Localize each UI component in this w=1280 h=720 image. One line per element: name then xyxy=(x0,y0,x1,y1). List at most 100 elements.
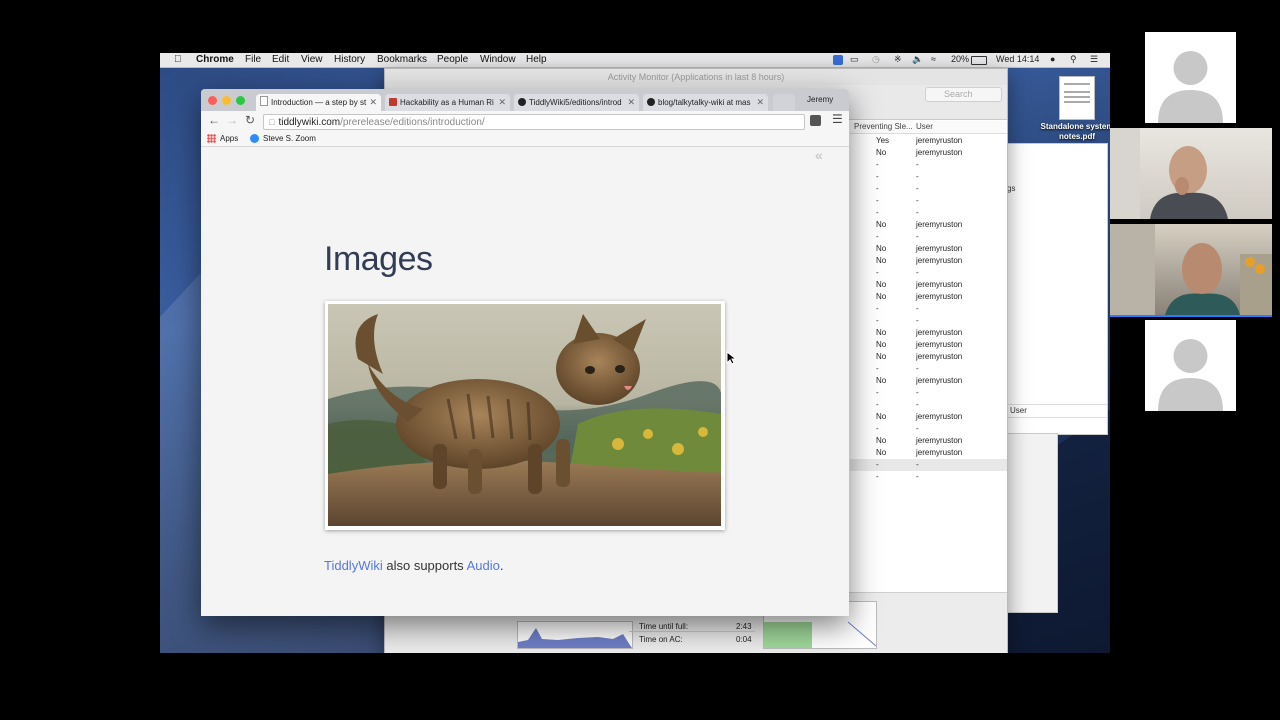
sidebar-toggle-icon[interactable]: « xyxy=(815,147,823,163)
menu-edit[interactable]: Edit xyxy=(272,54,289,65)
spotlight-icon[interactable]: ⚲ xyxy=(1070,54,1077,65)
pdf-file-icon[interactable] xyxy=(1059,76,1095,120)
process-row[interactable]: -- xyxy=(850,183,1007,195)
window-zoom-button[interactable] xyxy=(236,96,245,105)
time-machine-icon[interactable]: ◷ xyxy=(872,54,880,65)
chrome-menu-icon[interactable]: ☰ xyxy=(832,112,843,126)
process-row[interactable]: No jeremyruston xyxy=(850,147,1007,159)
process-row[interactable]: -- xyxy=(850,195,1007,207)
bluetooth-icon[interactable]: ※ xyxy=(894,54,902,65)
reload-icon[interactable]: ↻ xyxy=(245,113,255,127)
menu-app-name[interactable]: Chrome xyxy=(196,54,234,65)
bookmark-apps[interactable]: Apps xyxy=(220,134,238,143)
process-row[interactable]: No jeremyruston xyxy=(850,447,1007,459)
new-tab-button[interactable] xyxy=(773,94,795,111)
window-minimize-button[interactable] xyxy=(222,96,231,105)
user-icon[interactable]: ● xyxy=(1050,54,1055,64)
google-drive-icon[interactable] xyxy=(833,55,843,65)
process-row[interactable]: No jeremyruston xyxy=(850,219,1007,231)
process-row[interactable]: -- xyxy=(850,399,1007,411)
close-tab-icon[interactable]: ✕ xyxy=(498,94,506,111)
process-row[interactable]: -- xyxy=(850,303,1007,315)
process-row[interactable]: -- xyxy=(850,159,1007,171)
wifi-icon[interactable]: ≈ xyxy=(931,54,936,64)
process-row[interactable]: No jeremyruston xyxy=(850,351,1007,363)
page-info-icon[interactable]: □ xyxy=(269,117,274,127)
process-row[interactable]: -- xyxy=(850,207,1007,219)
process-row[interactable]: No jeremyruston xyxy=(850,339,1007,351)
user-cell: - xyxy=(916,460,919,469)
menu-history[interactable]: History xyxy=(334,54,365,65)
chrome-window[interactable]: Introduction — a step by st ✕ Hackability… xyxy=(201,89,849,616)
extension-icon[interactable] xyxy=(810,115,821,126)
column-user[interactable]: User xyxy=(916,122,933,131)
volume-icon[interactable]: 🔈 xyxy=(912,54,923,65)
process-row[interactable]: -- xyxy=(850,231,1007,243)
close-tab-icon[interactable]: ✕ xyxy=(756,94,764,111)
tab-favicon xyxy=(389,98,397,106)
participant-video-tile[interactable] xyxy=(1110,128,1272,219)
process-row[interactable]: -- xyxy=(850,471,1007,483)
preventing-sleep-cell: - xyxy=(876,232,879,241)
process-row[interactable]: -- xyxy=(850,387,1007,399)
airplay-icon[interactable]: ▭ xyxy=(850,54,859,65)
tab-hackability[interactable]: Hackability as a Human Ri ✕ xyxy=(385,94,510,111)
forward-icon[interactable]: → xyxy=(226,113,238,127)
notification-center-icon[interactable]: ☰ xyxy=(1090,54,1098,65)
process-row[interactable]: No jeremyruston xyxy=(850,375,1007,387)
tab-github-tiddlywiki5[interactable]: TiddlyWiki5/editions/introd ✕ xyxy=(514,94,639,111)
process-row[interactable]: No jeremyruston xyxy=(850,291,1007,303)
background-window[interactable]: gs User xyxy=(1006,143,1108,435)
process-row[interactable]: No jeremyruston xyxy=(850,435,1007,447)
bookmark-steve-zoom[interactable]: Steve S. Zoom xyxy=(263,134,316,143)
menu-window[interactable]: Window xyxy=(480,54,516,65)
preventing-sleep-cell: No xyxy=(876,436,887,445)
process-row[interactable]: -- xyxy=(850,423,1007,435)
close-tab-icon[interactable]: ✕ xyxy=(627,94,635,111)
audio-link[interactable]: Audio xyxy=(467,558,500,573)
address-bar[interactable]: □ tiddlywiki.com/prerelease/editions/intr… xyxy=(263,114,805,130)
participant-tile[interactable] xyxy=(1145,320,1236,411)
preventing-sleep-cell: - xyxy=(876,304,879,313)
participant-tile[interactable] xyxy=(1145,32,1236,123)
tab-github-blog[interactable]: blog/talkytalky-wiki at mas ✕ xyxy=(643,94,768,111)
profile-button[interactable]: Jeremy xyxy=(807,95,833,104)
process-row[interactable]: Yes jeremyruston xyxy=(850,135,1007,147)
menu-people[interactable]: People xyxy=(437,54,468,65)
column-preventing-sleep[interactable]: Preventing Sle... xyxy=(854,122,913,131)
menu-view[interactable]: View xyxy=(301,54,323,65)
menubar-clock[interactable]: Wed 14:14 xyxy=(996,54,1039,64)
process-row[interactable]: -- xyxy=(850,363,1007,375)
mouse-cursor-icon xyxy=(726,351,736,365)
process-row[interactable]: No jeremyruston xyxy=(850,327,1007,339)
process-row[interactable]: -- xyxy=(850,315,1007,327)
tiddler-heading: Images xyxy=(324,240,433,278)
desktop:  Chrome File Edit View History Bookmark… xyxy=(160,53,1110,653)
close-tab-icon[interactable]: ✕ xyxy=(369,94,377,111)
background-window-lower[interactable] xyxy=(1006,433,1058,613)
tab-introduction[interactable]: Introduction — a step by st ✕ xyxy=(256,94,381,111)
background-window-user-label: User xyxy=(1007,404,1107,418)
back-icon[interactable]: ← xyxy=(208,113,220,127)
process-row[interactable]: -- xyxy=(850,171,1007,183)
user-cell: jeremyruston xyxy=(916,220,963,229)
participant-video-icon xyxy=(1110,128,1228,219)
process-row[interactable]: No jeremyruston xyxy=(850,243,1007,255)
process-row[interactable]: -- xyxy=(850,267,1007,279)
participant-video-tile-active[interactable] xyxy=(1110,224,1272,317)
preventing-sleep-cell: - xyxy=(876,196,879,205)
process-row[interactable]: No jeremyruston xyxy=(850,279,1007,291)
process-row[interactable]: -- xyxy=(850,459,1007,471)
tiddlywiki-link[interactable]: TiddlyWiki xyxy=(324,558,383,573)
menu-file[interactable]: File xyxy=(245,54,261,65)
apps-grid-icon[interactable] xyxy=(207,134,216,143)
window-close-button[interactable] xyxy=(208,96,217,105)
preventing-sleep-cell: Yes xyxy=(876,136,890,145)
process-row[interactable]: No jeremyruston xyxy=(850,411,1007,423)
activity-monitor-search-input[interactable]: Search xyxy=(925,87,1002,102)
menu-help[interactable]: Help xyxy=(526,54,547,65)
apple-icon[interactable]:  xyxy=(174,54,182,65)
battery-icon[interactable] xyxy=(971,56,987,65)
process-row[interactable]: No jeremyruston xyxy=(850,255,1007,267)
menu-bookmarks[interactable]: Bookmarks xyxy=(377,54,427,65)
